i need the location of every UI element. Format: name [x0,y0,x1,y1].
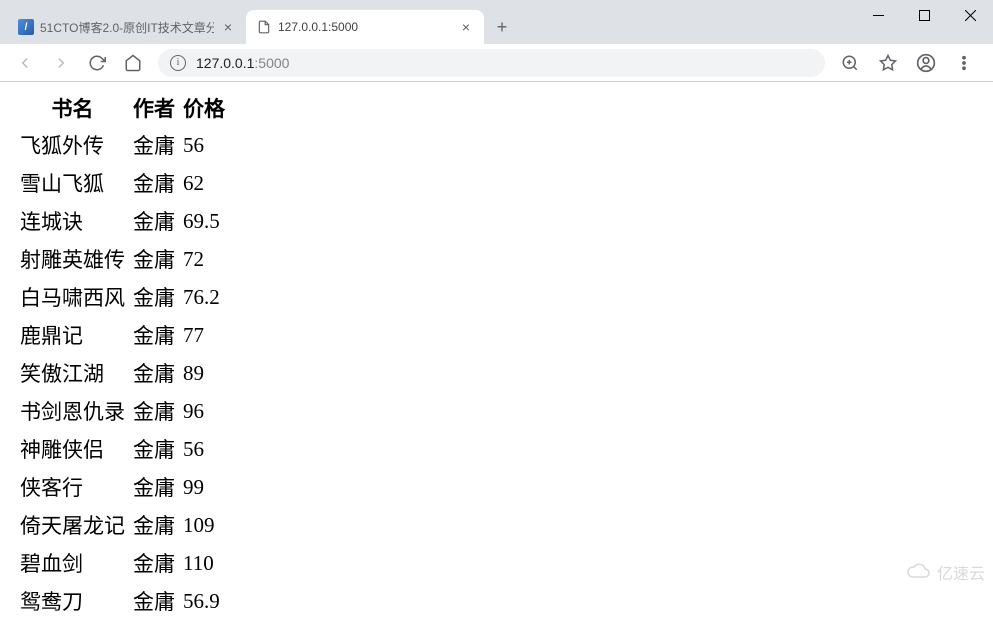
table-row: 鹿鼎记金庸77 [16,316,229,354]
reload-button[interactable] [80,48,114,78]
table-row: 笑傲江湖金庸89 [16,354,229,392]
watermark: 亿速云 [905,560,985,584]
close-window-button[interactable] [947,0,993,30]
address-text: 127.0.0.1:5000 [196,55,289,71]
back-button[interactable] [8,48,42,78]
cell-price: 89 [179,354,229,392]
cell-author: 金庸 [129,544,179,582]
browser-tab-active[interactable]: 127.0.0.1:5000 × [246,10,484,44]
cell-author: 金庸 [129,240,179,278]
cell-author: 金庸 [129,392,179,430]
cell-price: 77 [179,316,229,354]
cell-name: 神雕侠侣 [16,430,129,468]
cell-name: 倚天屠龙记 [16,506,129,544]
cell-author: 金庸 [129,316,179,354]
cell-name: 雪山飞狐 [16,164,129,202]
cell-name: 鹿鼎记 [16,316,129,354]
table-row: 连城诀金庸69.5 [16,202,229,240]
home-button[interactable] [116,48,150,78]
cell-name: 射雕英雄传 [16,240,129,278]
cell-author: 金庸 [129,468,179,506]
cell-name: 飞狐外传 [16,126,129,164]
books-table: 书名 作者 价格 飞狐外传金庸56雪山飞狐金庸62连城诀金庸69.5射雕英雄传金… [16,90,229,620]
cell-price: 72 [179,240,229,278]
column-header-author: 作者 [129,90,179,126]
cell-name: 碧血剑 [16,544,129,582]
tab-title: 51CTO博客2.0-原创IT技术文章分 [40,19,214,36]
table-row: 白马啸西风金庸76.2 [16,278,229,316]
cell-price: 56 [179,430,229,468]
browser-tab[interactable]: / 51CTO博客2.0-原创IT技术文章分 × [8,10,246,44]
favicon-icon: / [18,19,34,35]
bookmark-button[interactable] [871,48,905,78]
table-row: 倚天屠龙记金庸109 [16,506,229,544]
maximize-button[interactable] [901,0,947,30]
cell-name: 连城诀 [16,202,129,240]
cell-author: 金庸 [129,506,179,544]
table-row: 射雕英雄传金庸72 [16,240,229,278]
page-content: 书名 作者 价格 飞狐外传金庸56雪山飞狐金庸62连城诀金庸69.5射雕英雄传金… [0,82,993,628]
cell-price: 99 [179,468,229,506]
cell-author: 金庸 [129,430,179,468]
zoom-button[interactable] [833,48,867,78]
cell-price: 96 [179,392,229,430]
favicon-icon [256,19,272,35]
cell-author: 金庸 [129,278,179,316]
forward-button[interactable] [44,48,78,78]
minimize-button[interactable] [855,0,901,30]
cell-price: 110 [179,544,229,582]
close-tab-icon[interactable]: × [458,19,474,35]
column-header-name: 书名 [16,90,129,126]
cell-price: 56 [179,126,229,164]
table-row: 雪山飞狐金庸62 [16,164,229,202]
tab-bar: / 51CTO博客2.0-原创IT技术文章分 × 127.0.0.1:5000 … [0,8,993,44]
browser-toolbar: i 127.0.0.1:5000 [0,44,993,82]
profile-button[interactable] [909,48,943,78]
table-row: 碧血剑金庸110 [16,544,229,582]
window-controls [855,0,993,44]
site-info-icon[interactable]: i [170,55,186,71]
cell-name: 书剑恩仇录 [16,392,129,430]
cell-price: 109 [179,506,229,544]
cell-author: 金庸 [129,354,179,392]
cell-name: 白马啸西风 [16,278,129,316]
cell-price: 62 [179,164,229,202]
new-tab-button[interactable]: + [488,13,516,41]
table-row: 神雕侠侣金庸56 [16,430,229,468]
window-title-bar [0,0,993,8]
cell-name: 侠客行 [16,468,129,506]
column-header-price: 价格 [179,90,229,126]
cell-price: 76.2 [179,278,229,316]
table-row: 飞狐外传金庸56 [16,126,229,164]
tab-title: 127.0.0.1:5000 [278,20,452,34]
cell-author: 金庸 [129,126,179,164]
cell-author: 金庸 [129,202,179,240]
table-row: 书剑恩仇录金庸96 [16,392,229,430]
address-bar[interactable]: i 127.0.0.1:5000 [158,49,825,77]
cell-author: 金庸 [129,164,179,202]
table-row: 侠客行金庸99 [16,468,229,506]
menu-button[interactable] [947,48,981,78]
cell-price: 69.5 [179,202,229,240]
close-tab-icon[interactable]: × [220,19,236,35]
cell-name: 笑傲江湖 [16,354,129,392]
